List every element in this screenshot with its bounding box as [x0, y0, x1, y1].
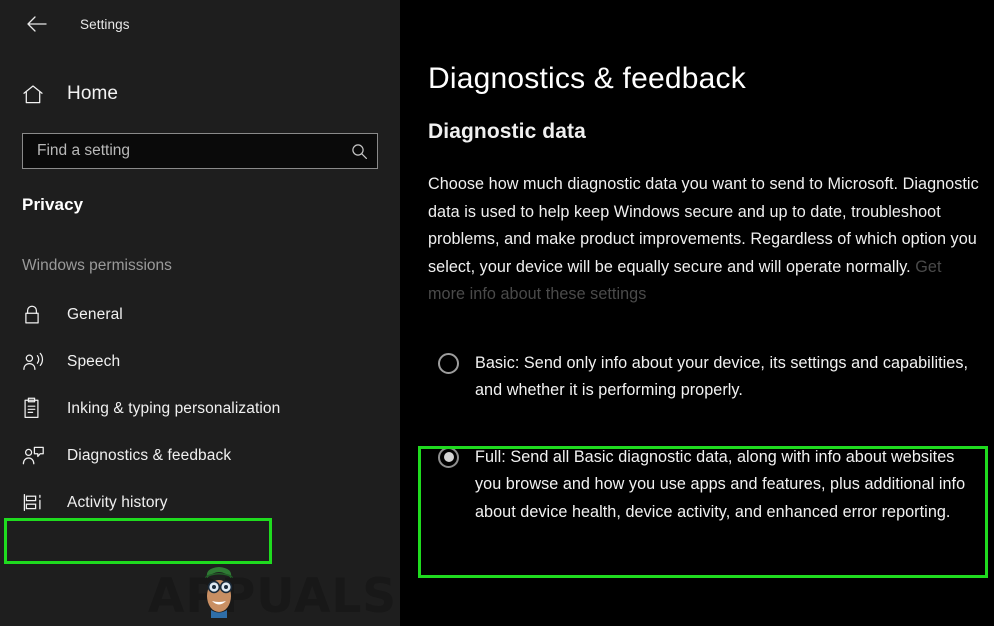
watermark-text: APPUALS: [148, 569, 398, 624]
category-heading: Privacy: [22, 195, 84, 214]
sidebar-item-speech[interactable]: Speech: [0, 338, 400, 385]
lock-icon: [22, 304, 50, 326]
option-full[interactable]: Full: Send all Basic diagnostic data, al…: [428, 438, 980, 533]
sidebar-item-general-label: General: [67, 305, 123, 323]
sidebar-item-inking-typing[interactable]: Inking & typing personalization: [0, 385, 400, 432]
description-body: Choose how much diagnostic data you want…: [428, 175, 979, 276]
main-content: Diagnostics & feedback Diagnostic data C…: [400, 0, 994, 626]
timeline-icon: [22, 492, 50, 513]
search-icon[interactable]: [349, 143, 369, 160]
radio-basic[interactable]: [438, 352, 459, 374]
settings-window: Settings Home Privacy Windows permission…: [0, 0, 994, 626]
sidebar-item-activity-history[interactable]: Activity history: [0, 479, 400, 526]
section-title: Diagnostic data: [428, 120, 586, 143]
sidebar: Settings Home Privacy Windows permission…: [0, 0, 400, 626]
radio-full[interactable]: [438, 446, 459, 468]
title-bar: Settings: [0, 0, 400, 48]
sidebar-item-diagnostics-feedback-label: Diagnostics & feedback: [67, 446, 232, 464]
back-arrow-icon[interactable]: [22, 9, 52, 39]
sidebar-item-activity-history-label: Activity history: [67, 493, 168, 511]
person-speaking-icon: [22, 351, 50, 373]
sidebar-item-diagnostics-feedback[interactable]: Diagnostics & feedback: [0, 432, 400, 479]
page-title: Diagnostics & feedback: [428, 62, 746, 95]
watermark-mascot-icon: [205, 567, 233, 618]
sidebar-item-home[interactable]: Home: [0, 72, 400, 116]
clipboard-icon: [22, 397, 50, 420]
diagnostic-data-options: Basic: Send only info about your device,…: [428, 344, 984, 533]
search-input[interactable]: [37, 142, 349, 160]
sidebar-item-inking-typing-label: Inking & typing personalization: [67, 399, 281, 417]
sidebar-item-home-label: Home: [67, 83, 119, 104]
sidebar-item-speech-label: Speech: [67, 352, 121, 370]
sidebar-item-general[interactable]: General: [0, 291, 400, 338]
description-text: Choose how much diagnostic data you want…: [428, 171, 980, 309]
sidebar-section-label: Windows permissions: [22, 257, 172, 274]
home-icon: [22, 84, 48, 105]
app-title: Settings: [80, 16, 130, 32]
option-full-label: Full: Send all Basic diagnostic data, al…: [475, 447, 966, 521]
watermark: APPUALS: [148, 558, 397, 620]
search-box[interactable]: [22, 133, 378, 169]
person-feedback-icon: [22, 445, 50, 467]
option-basic[interactable]: Basic: Send only info about your device,…: [428, 344, 980, 411]
option-basic-label: Basic: Send only info about your device,…: [475, 353, 969, 400]
sidebar-nav: General Speech Inking & typing personali…: [0, 291, 400, 526]
